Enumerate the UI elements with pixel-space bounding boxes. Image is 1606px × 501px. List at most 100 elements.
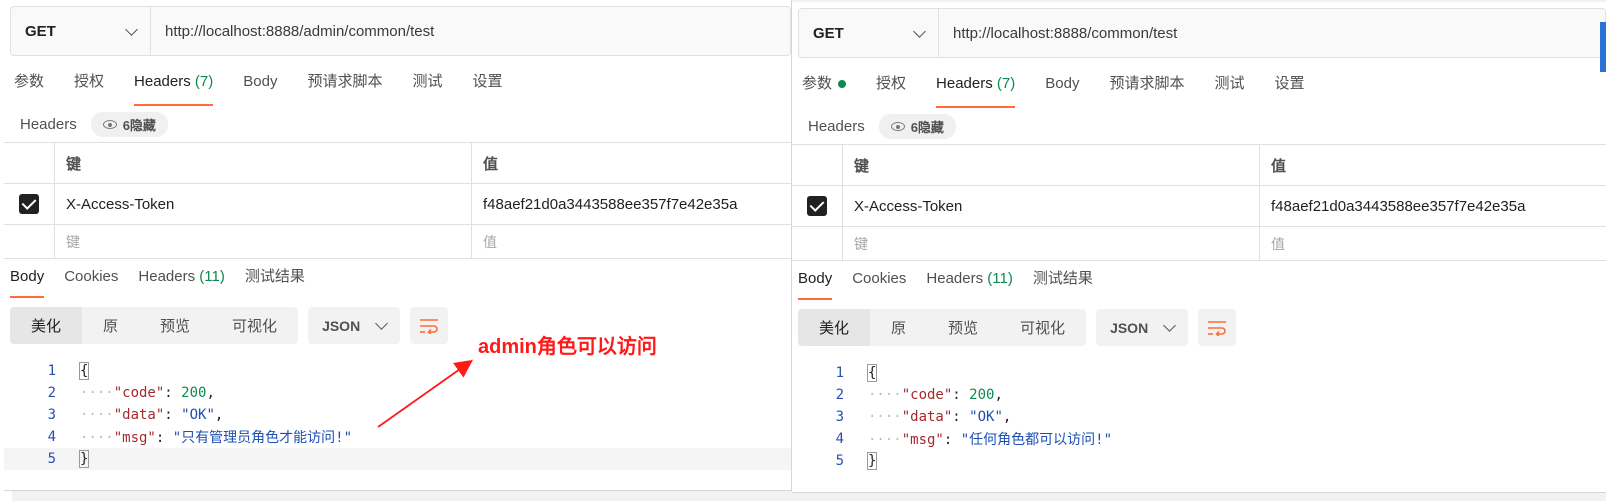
line-number: 1 [47, 363, 56, 379]
column-header-key: 键 [843, 145, 1260, 185]
checkbox-checked[interactable] [19, 194, 39, 214]
view-preview-button[interactable]: 预览 [139, 307, 211, 344]
headers-table: 键 值 X-Access-Token f48aef21d0a3443588ee3… [4, 142, 791, 259]
tab-headers[interactable]: Headers (7) [134, 70, 214, 106]
checkbox-col-header [792, 145, 843, 185]
table-row: X-Access-Token f48aef21d0a3443588ee357f7… [4, 184, 791, 225]
view-pretty-button[interactable]: 美化 [798, 309, 871, 346]
view-pretty-button[interactable]: 美化 [10, 307, 83, 344]
code-text: { [78, 362, 90, 380]
response-body-editor[interactable]: 1{ 2 ····"code": 200, 3 ····"data": "OK", … [792, 362, 1606, 472]
wrap-lines-button[interactable] [1198, 309, 1237, 346]
tab-label: Body [1045, 75, 1080, 92]
tab-label: 设置 [1274, 75, 1305, 92]
tab-label: 参数 [802, 75, 833, 92]
tab-label: 参数 [14, 73, 45, 90]
eye-icon [890, 122, 905, 131]
response-tabs: Body Cookies Headers (11) 测试结果 [798, 268, 1113, 300]
tab-params[interactable]: 参数 [802, 72, 847, 108]
code-text: } [78, 450, 90, 468]
code-line: 2 ····"code": 200, [4, 382, 791, 404]
headers-table: 键 值 X-Access-Token f48aef21d0a3443588ee3… [792, 144, 1606, 261]
code-line: 5} [792, 450, 1606, 472]
table-row-empty: 键 值 [4, 225, 791, 259]
tab-response-cookies[interactable]: Cookies [64, 266, 118, 298]
tab-auth[interactable]: 授权 [876, 72, 906, 108]
params-indicator-dot [838, 80, 847, 89]
format-select[interactable]: JSON [1096, 309, 1189, 346]
tab-label: 授权 [876, 75, 907, 92]
url-input[interactable]: http://localhost:8888/common/test [939, 25, 1177, 42]
view-raw-button[interactable]: 原 [870, 309, 927, 346]
view-preview-button[interactable]: 预览 [927, 309, 999, 346]
tab-tests[interactable]: 测试 [412, 70, 442, 106]
table-header-row: 键 值 [4, 143, 791, 184]
tab-pre-request-script[interactable]: 预请求脚本 [1109, 72, 1184, 108]
tab-params[interactable]: 参数 [14, 70, 44, 106]
tab-label: Body [10, 268, 45, 285]
header-key-input[interactable]: X-Access-Token [843, 186, 1260, 226]
tab-response-headers[interactable]: Headers (11) [926, 268, 1012, 300]
code-text: ····"msg": "任何角色都可以访问!" [868, 432, 1113, 448]
tab-body[interactable]: Body [1045, 72, 1079, 108]
tab-response-headers[interactable]: Headers (11) [138, 266, 224, 298]
code-text: { [866, 364, 878, 382]
tab-tests[interactable]: 测试 [1214, 72, 1244, 108]
new-key-input[interactable]: 键 [843, 227, 1260, 260]
row-checkbox-cell [792, 186, 843, 226]
chevron-down-icon [375, 317, 388, 330]
tab-label: 测试 [1214, 75, 1245, 92]
tab-body[interactable]: Body [243, 70, 277, 106]
hidden-headers-toggle[interactable]: 6隐藏 [90, 112, 168, 137]
new-value-input[interactable]: 值 [472, 225, 791, 258]
view-raw-button[interactable]: 原 [82, 307, 139, 344]
line-number: 2 [835, 387, 844, 403]
tab-response-body[interactable]: Body [10, 266, 45, 298]
url-input[interactable]: http://localhost:8888/admin/common/test [151, 23, 434, 40]
code-line: 1{ [4, 360, 791, 382]
tab-test-results[interactable]: 测试结果 [1033, 268, 1093, 300]
column-header-value: 值 [483, 155, 499, 173]
code-line: 2 ····"code": 200, [792, 384, 1606, 406]
url-bar: GET http://localhost:8888/common/test [798, 8, 1606, 58]
chevron-down-icon [913, 24, 926, 38]
line-number: 1 [835, 365, 844, 381]
row-checkbox-cell [4, 225, 55, 258]
method-select[interactable]: GET [799, 9, 939, 57]
tab-label: 测试 [412, 73, 443, 90]
tab-count: (11) [987, 270, 1013, 287]
tab-pre-request-script[interactable]: 预请求脚本 [307, 70, 382, 106]
line-number: 3 [47, 407, 56, 423]
checkbox-col-header [4, 143, 55, 183]
tab-response-body[interactable]: Body [798, 268, 833, 300]
wrap-lines-button[interactable] [410, 307, 449, 344]
response-tabs: Body Cookies Headers (11) 测试结果 [10, 266, 325, 298]
code-text: ····"data": "OK", [80, 407, 224, 423]
hidden-headers-toggle[interactable]: 6隐藏 [878, 114, 956, 139]
new-key-input[interactable]: 键 [55, 225, 472, 258]
view-visualize-button[interactable]: 可视化 [999, 309, 1086, 346]
request-tabs: 参数 授权 Headers (7) Body 预请求脚本 测试 设置 [802, 72, 1335, 108]
line-number: 3 [835, 409, 844, 425]
code-text: ····"code": 200, [80, 385, 215, 401]
method-select[interactable]: GET [11, 7, 151, 55]
checkbox-checked[interactable] [807, 196, 827, 216]
new-value-input[interactable]: 值 [1260, 227, 1606, 260]
response-body-editor[interactable]: 1{ 2 ····"code": 200, 3 ····"data": "OK", … [4, 360, 791, 470]
tab-headers[interactable]: Headers (7) [936, 72, 1016, 108]
url-bar: GET http://localhost:8888/admin/common/t… [10, 6, 791, 56]
format-select[interactable]: JSON [308, 307, 401, 344]
header-key-input[interactable]: X-Access-Token [55, 184, 472, 224]
code-line: 4 ····"msg": "任何角色都可以访问!" [792, 428, 1606, 450]
tab-auth[interactable]: 授权 [74, 70, 104, 106]
headers-title: Headers [808, 118, 865, 135]
format-label: JSON [322, 317, 361, 334]
row-checkbox-cell [4, 184, 55, 224]
header-value-input[interactable]: f48aef21d0a3443588ee357f7e42e35a [1260, 186, 1606, 226]
view-visualize-button[interactable]: 可视化 [211, 307, 298, 344]
tab-settings[interactable]: 设置 [1274, 72, 1304, 108]
tab-settings[interactable]: 设置 [472, 70, 502, 106]
header-value-input[interactable]: f48aef21d0a3443588ee357f7e42e35a [472, 184, 791, 224]
tab-response-cookies[interactable]: Cookies [852, 268, 906, 300]
tab-test-results[interactable]: 测试结果 [245, 266, 305, 298]
